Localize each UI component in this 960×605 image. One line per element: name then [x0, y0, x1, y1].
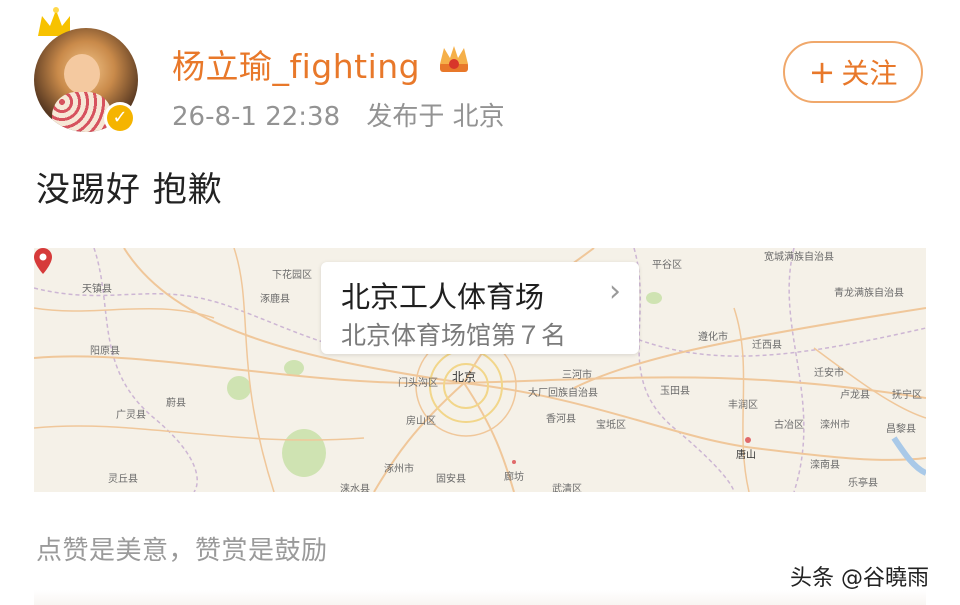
plus-icon: +: [808, 53, 836, 91]
avatar-face: [64, 54, 100, 94]
map-label: 玉田县: [660, 386, 690, 397]
location-map[interactable]: 天镇县 阳原县 蔚县 广灵县 灵丘县 涿鹿县 下花园区 门头沟区 房山区 涿州市…: [34, 248, 926, 492]
place-subtitle: 北京体育场馆第７名: [341, 321, 567, 350]
map-label: 下花园区: [272, 270, 312, 281]
avatar-shirt: [52, 92, 112, 132]
map-label: 昌黎县: [886, 424, 916, 435]
map-label: 北京: [452, 370, 477, 384]
post-location: 发布于 北京: [366, 102, 505, 132]
map-label: 乐亭县: [848, 478, 878, 489]
watermark: 头条 @谷曉雨: [790, 566, 929, 591]
place-card[interactable]: 北京工人体育场 › 北京体育场馆第７名: [321, 262, 639, 354]
map-label: 青龙满族自治县: [834, 288, 904, 299]
map-label: 卢龙县: [840, 390, 870, 401]
map-label: 抚宁区: [892, 390, 922, 401]
map-label: 广灵县: [116, 410, 146, 421]
map-label: 固安县: [436, 474, 466, 485]
map-label: 唐山: [736, 450, 756, 461]
map-label: 迁安市: [814, 368, 844, 379]
map-label: 天镇县: [82, 284, 112, 295]
verified-v-icon: ✓: [104, 102, 136, 134]
map-label: 滦州市: [820, 420, 850, 431]
reward-text: 点赞是美意，赞赏是鼓励: [36, 536, 328, 566]
follow-button[interactable]: + 关注: [783, 41, 923, 103]
map-label: 灵丘县: [108, 474, 138, 485]
place-title: 北京工人体育场: [341, 280, 545, 314]
map-label: 蔚县: [166, 398, 186, 409]
map-label: 武清区: [552, 484, 582, 492]
map-label: 阳原县: [90, 346, 120, 357]
reward-avatars-row: [34, 590, 926, 605]
map-label: 滦南县: [810, 460, 840, 471]
map-label: 平谷区: [652, 260, 682, 271]
post-time: 26-8-1 22:38: [172, 102, 341, 132]
map-label: 涿州市: [384, 464, 414, 475]
map-label: 香河县: [546, 414, 576, 425]
map-label: 门头沟区: [398, 378, 438, 389]
map-label: 廊坊: [504, 472, 524, 483]
post-meta: 26-8-1 22:38 发布于 北京: [172, 96, 523, 133]
follow-label: 关注: [841, 57, 898, 90]
map-label: 涞水县: [340, 484, 370, 492]
map-label: 古冶区: [774, 420, 804, 431]
post-text: 没踢好 抱歉: [36, 170, 223, 210]
map-label: 遵化市: [698, 332, 728, 343]
map-label: 宽城满族自治县: [764, 252, 834, 263]
map-label: 迁西县: [752, 340, 782, 351]
chevron-right-icon: ›: [609, 274, 621, 309]
map-label: 三河市: [562, 370, 592, 381]
weibo-post: ✓ 杨立瑜_fighting 26-8-1 22:38 发布于 北京 + 关注 …: [0, 0, 960, 605]
crown-vip-icon: [440, 46, 468, 72]
map-label: 大厂回族自治县: [528, 388, 598, 399]
location-pin-icon: [34, 248, 52, 274]
username[interactable]: 杨立瑜_fighting: [172, 40, 420, 88]
map-label: 宝坻区: [596, 420, 626, 431]
map-label: 丰润区: [728, 400, 758, 411]
map-label: 房山区: [406, 416, 436, 427]
map-label: 涿鹿县: [260, 294, 290, 305]
